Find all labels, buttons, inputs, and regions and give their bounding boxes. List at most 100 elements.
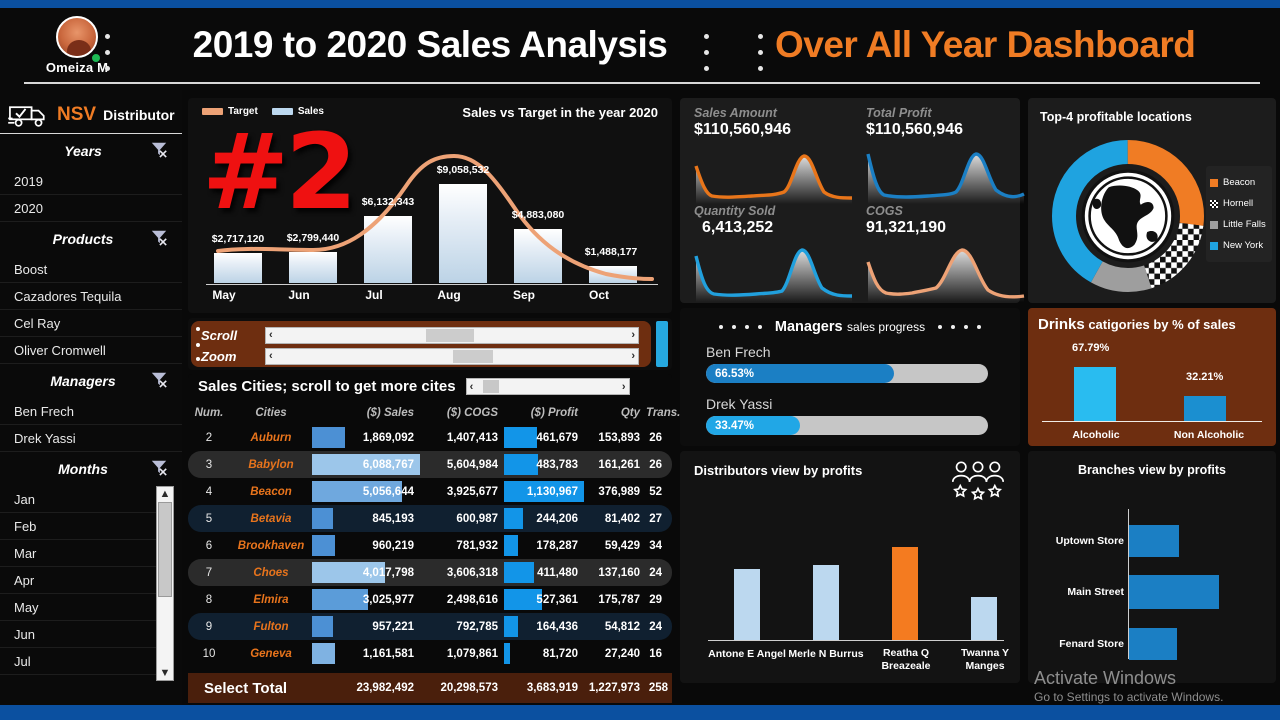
brand-name: NSV — [57, 103, 97, 125]
table-row[interactable]: 6 Brookhaven 960,219 781,932 178,287 59,… — [188, 532, 672, 559]
zoom-thumb[interactable] — [453, 349, 493, 363]
distributor-bar-reatha[interactable] — [892, 547, 918, 641]
avatar — [56, 16, 98, 58]
cities-title: Sales Cities; scroll to get more cites — [198, 378, 456, 395]
sidebar-item-product-boost[interactable]: Boost — [0, 256, 182, 283]
cell-city[interactable]: Brookhaven — [230, 540, 312, 552]
cell-city[interactable]: Beacon — [230, 486, 312, 498]
sidebar-item-month-apr[interactable]: Apr — [0, 567, 158, 594]
scroll-left-icon[interactable]: ‹ — [266, 329, 276, 341]
cell-city[interactable]: Elmira — [230, 594, 312, 606]
cell-sales-bar — [312, 643, 335, 664]
cell-qty: 27,240 — [604, 647, 640, 660]
cell-profit-wrap: 527,361 — [504, 586, 584, 613]
table-row[interactable]: 5 Betavia 845,193 600,987 244,206 81,402… — [188, 505, 672, 532]
months-scrollbar[interactable]: ▲ ▼ — [156, 486, 174, 681]
kpi-card-quantity-sold[interactable]: Quantity Sold 6,413,252 — [694, 204, 854, 302]
cell-city[interactable]: Geneva — [230, 648, 312, 660]
cell-sales: 960,219 — [372, 539, 414, 552]
zoom-scrollbar[interactable]: ‹ › — [265, 347, 639, 365]
header-dots-left — [105, 34, 111, 82]
sidebar-item-year-2019[interactable]: 2019 — [0, 168, 182, 195]
drinks-bar-non-alcoholic[interactable] — [1184, 396, 1226, 422]
table-row[interactable]: 4 Beacon 5,056,644 3,925,677 1,130,967 3… — [188, 478, 672, 505]
cities-scroll-right-icon[interactable]: › — [619, 381, 629, 393]
table-row[interactable]: 8 Elmira 3,025,977 2,498,616 527,361 175… — [188, 586, 672, 613]
xtick-jun: Jun — [288, 288, 310, 302]
sidebar-item-product-cazadores[interactable]: Cazadores Tequila — [0, 283, 182, 310]
cell-sales-bar — [312, 535, 335, 556]
sidebar-item-product-oliver[interactable]: Oliver Cromwell — [0, 337, 182, 364]
branch-bar-uptown[interactable] — [1129, 525, 1179, 557]
zoom-left-icon[interactable]: ‹ — [266, 350, 276, 362]
bar-value-jun: $2,799,440 — [286, 232, 340, 244]
legend-row-new-york[interactable]: New York — [1210, 235, 1268, 256]
zoom-right-icon[interactable]: › — [628, 350, 638, 362]
distributor-bar-twanna[interactable] — [971, 597, 997, 641]
col-header-cogs: ($) COGS — [446, 407, 498, 419]
branch-bar-fenard[interactable] — [1129, 628, 1177, 660]
cities-scroll-left-icon[interactable]: ‹ — [467, 381, 477, 393]
distributor-bar-antone[interactable] — [734, 569, 760, 641]
table-row[interactable]: 7 Choes 4,017,798 3,606,318 411,480 137,… — [188, 559, 672, 586]
drinks-title: Drinks catigories by % of sales — [1038, 316, 1236, 333]
sidebar-item-year-2020[interactable]: 2020 — [0, 195, 182, 222]
cell-city[interactable]: Betavia — [230, 513, 312, 525]
table-row[interactable]: 9 Fulton 957,221 792,785 164,436 54,812 … — [188, 613, 672, 640]
kpi-card-cogs[interactable]: COGS 91,321,190 — [866, 204, 1026, 302]
sidebar-item-manager-drek[interactable]: Drek Yassi — [0, 425, 182, 452]
sidebar-item-month-jul[interactable]: Jul — [0, 648, 158, 675]
distributor-bar-merle[interactable] — [813, 565, 839, 641]
dashboard-stage: Omeiza M 2019 to 2020 Sales Analysis Ove… — [0, 8, 1280, 705]
cell-profit-bar — [504, 562, 534, 583]
sidebar-item-month-may[interactable]: May — [0, 594, 158, 621]
user-profile[interactable]: Omeiza M — [22, 16, 132, 80]
months-list-container: Jan Feb Mar Apr May Jun Jul ▲ ▼ — [0, 486, 182, 681]
cell-num: 2 — [205, 431, 213, 444]
table-row[interactable]: 3 Babylon 6,088,767 5,604,984 483,783 16… — [188, 451, 672, 478]
page-subtitle: Over All Year Dashboard — [775, 24, 1196, 65]
cell-profit: 244,206 — [536, 512, 578, 525]
cell-city[interactable]: Babylon — [230, 459, 312, 471]
sidebar-item-month-jun[interactable]: Jun — [0, 621, 158, 648]
legend-row-hornell[interactable]: Hornell — [1210, 193, 1268, 214]
legend-row-beacon[interactable]: Beacon — [1210, 172, 1268, 193]
kpi-title-cogs: COGS — [866, 204, 903, 218]
kpi-card-sales-amount[interactable]: Sales Amount $110,560,946 — [694, 106, 854, 204]
drinks-bar-alcoholic[interactable] — [1074, 367, 1116, 422]
cities-scrollbar[interactable]: ‹ › — [465, 378, 630, 395]
cell-city[interactable]: Choes — [230, 567, 312, 579]
clear-filter-icon[interactable] — [150, 370, 168, 388]
cell-city[interactable]: Auburn — [230, 432, 312, 444]
sidebar-item-product-celray[interactable]: Cel Ray — [0, 310, 182, 337]
table-row[interactable]: 2 Auburn 1,869,092 1,407,413 461,679 153… — [188, 424, 672, 451]
clear-filter-icon[interactable] — [150, 458, 168, 476]
cell-profit-bar — [504, 616, 519, 637]
legend-label-hornell: Hornell — [1223, 198, 1254, 209]
scroll-scrollbar[interactable]: ‹ › — [265, 326, 639, 344]
scroll-thumb[interactable] — [426, 328, 474, 342]
clear-filter-icon[interactable] — [150, 140, 168, 158]
col-header-profit: ($) Profit — [530, 407, 578, 419]
branch-bar-main[interactable] — [1129, 575, 1219, 609]
sidebar-item-month-jan[interactable]: Jan — [0, 486, 158, 513]
sidebar-item-manager-ben[interactable]: Ben Frech — [0, 398, 182, 425]
cell-city[interactable]: Fulton — [230, 621, 312, 633]
legend-row-little-falls[interactable]: Little Falls — [1210, 214, 1268, 235]
scroll-up-icon[interactable]: ▲ — [160, 487, 171, 501]
cities-scroll-thumb[interactable] — [482, 380, 499, 393]
manager-row-ben[interactable]: Ben Frech 66.53% — [706, 344, 988, 383]
table-row[interactable]: 10 Geneva 1,161,581 1,079,861 81,720 27,… — [188, 640, 672, 667]
scroll-down-icon[interactable]: ▼ — [160, 666, 171, 680]
kpi-card-total-profit[interactable]: Total Profit $110,560,946 — [866, 106, 1026, 204]
sidebar-item-month-mar[interactable]: Mar — [0, 540, 158, 567]
scroll-right-icon[interactable]: › — [628, 329, 638, 341]
scroll-zoom-accent-tab[interactable] — [656, 321, 668, 367]
sidebar-item-month-feb[interactable]: Feb — [0, 513, 158, 540]
clear-filter-icon[interactable] — [150, 228, 168, 246]
locations-donut-chart[interactable] — [1048, 136, 1208, 296]
cell-num: 5 — [205, 512, 213, 525]
distributors-x-axis — [708, 639, 1004, 641]
scrollbar-thumb[interactable] — [158, 502, 172, 597]
manager-row-drek[interactable]: Drek Yassi 33.47% — [706, 396, 988, 435]
